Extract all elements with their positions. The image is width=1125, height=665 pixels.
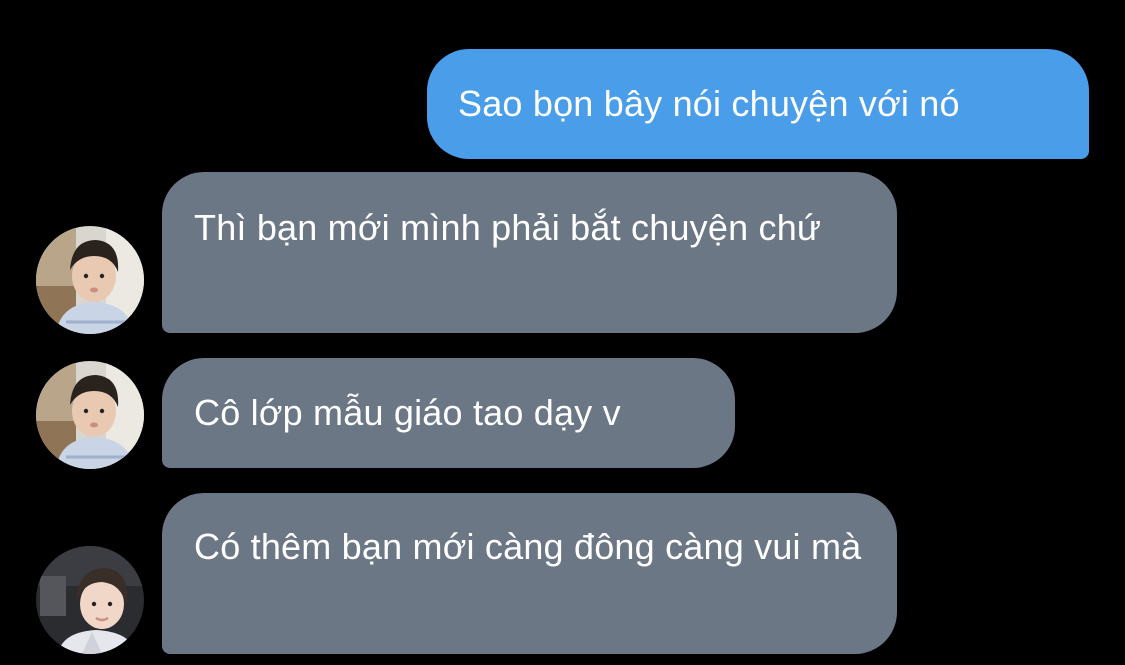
message-bubble-received[interactable]: Thì bạn mới mình phải bắt chuyện chứ — [162, 172, 897, 333]
message-text: Thì bạn mới mình phải bắt chuyện chứ — [194, 207, 822, 248]
message-bubble-received[interactable]: Có thêm bạn mới càng đông càng vui mà — [162, 493, 897, 654]
avatar-photo — [36, 226, 144, 334]
message-text: Có thêm bạn mới càng đông càng vui mà — [194, 526, 862, 567]
message-bubble-received[interactable]: Cô lớp mẫu giáo tao dạy v — [162, 358, 735, 468]
avatar[interactable] — [36, 546, 144, 654]
message-text: Sao bọn bây nói chuyện với nó — [458, 83, 960, 124]
avatar[interactable] — [36, 361, 144, 469]
avatar-photo — [36, 361, 144, 469]
avatar[interactable] — [36, 226, 144, 334]
message-bubble-sent[interactable]: Sao bọn bây nói chuyện với nó — [427, 49, 1089, 159]
message-text: Cô lớp mẫu giáo tao dạy v — [194, 392, 621, 433]
avatar-photo — [36, 546, 144, 654]
